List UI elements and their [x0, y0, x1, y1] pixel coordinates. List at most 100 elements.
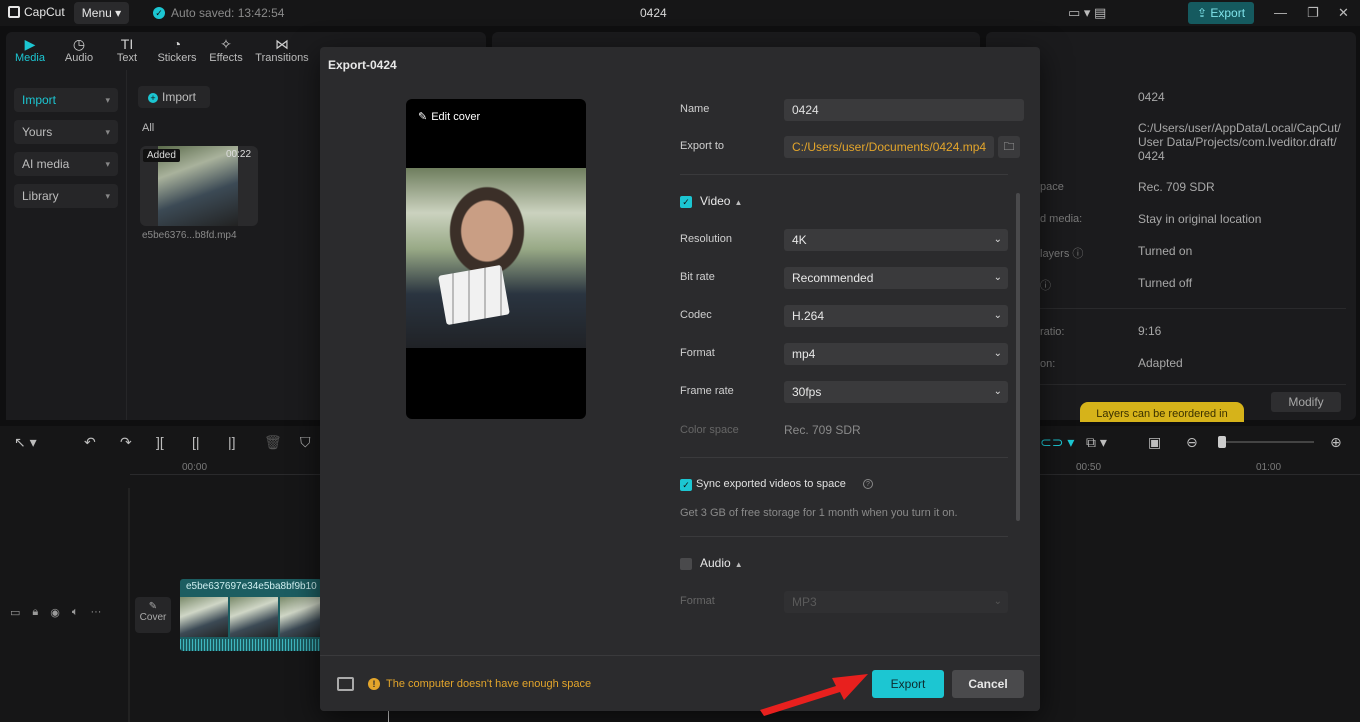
cover-image [406, 168, 586, 348]
dialog-title: Export-0424 [328, 58, 397, 72]
added-badge: Added [143, 149, 180, 162]
track-icon[interactable]: ▭ [10, 606, 20, 619]
cover-button[interactable]: ✎ Cover [135, 597, 171, 633]
name-input[interactable]: 0424 [784, 99, 1024, 121]
edit-cover-button[interactable]: ✎ Edit cover [418, 110, 480, 124]
caret-up-icon: ▲ [734, 198, 743, 207]
sidebar-item-import[interactable]: Import ▾ [14, 88, 118, 112]
help-icon: ⓘ [1072, 248, 1084, 260]
tab-transitions[interactable]: ⋈ Transitions [254, 36, 310, 64]
select-tool-icon[interactable]: ↖ ▾ [14, 434, 37, 451]
detail-label: on: [1040, 358, 1056, 370]
app-logo: CapCut [8, 5, 65, 19]
close-icon[interactable]: ✕ [1338, 5, 1349, 21]
zoom-slider[interactable] [1218, 441, 1314, 443]
cancel-button[interactable]: Cancel [952, 670, 1024, 698]
folder-icon[interactable]: 🗀 [998, 136, 1020, 158]
preview-icon[interactable]: ▣ [1148, 434, 1161, 451]
zoom-slider-handle[interactable] [1218, 436, 1226, 448]
codec-label: Codec [680, 309, 712, 321]
audio-checkbox[interactable] [680, 558, 692, 570]
tab-text[interactable]: TI Text [103, 36, 151, 64]
dialog-header: Export-0424 [320, 47, 1040, 83]
detail-path-line-2: User Data/Projects/com.lveditor.draft/ [1138, 135, 1337, 149]
menu-button[interactable]: Menu ▾ [74, 2, 129, 24]
tick-label: 00:50 [1076, 462, 1102, 473]
codec-select[interactable]: H.264 ⌄ [784, 305, 1008, 327]
volume-icon[interactable]: 🔈︎ [72, 606, 79, 619]
detail-name-value: 0424 [1138, 90, 1165, 104]
delete-icon[interactable]: 🗑 [264, 434, 282, 451]
pencil-icon: ✎ [418, 111, 428, 123]
chevron-down-icon: ⌄ [993, 596, 1002, 607]
video-checkbox[interactable]: ✓ [680, 196, 692, 208]
plus-icon: + [148, 93, 158, 103]
tab-stickers[interactable]: ◔ Stickers [153, 36, 201, 64]
sidebar-item-yours[interactable]: Yours ▾ [14, 120, 118, 144]
trim-left-icon[interactable]: [| [192, 434, 200, 450]
track-header-divider [128, 488, 130, 722]
minimize-icon[interactable]: — [1274, 5, 1287, 20]
media-filename: e5be6376...b8fd.mp4 [142, 230, 237, 241]
trim-right-icon[interactable]: |] [228, 434, 236, 450]
chevron-down-icon: ⌄ [993, 234, 1002, 245]
film-icon[interactable] [337, 677, 354, 691]
cover-preview[interactable]: ✎ Edit cover [406, 99, 586, 419]
tick-label: 00:00 [182, 462, 208, 473]
top-export-button[interactable]: ⇪ Export [1188, 2, 1254, 24]
storage-warning: The computer doesn't have enough space [386, 678, 592, 690]
bitrate-label: Bit rate [680, 271, 715, 283]
marker-icon[interactable]: ⛉ [300, 434, 311, 451]
lock-icon[interactable]: 🔒︎ [32, 606, 38, 619]
redo-icon[interactable]: ↷ [120, 434, 132, 451]
clip-name: e5be637697e34e5ba8bf9b10 [186, 581, 317, 592]
media-icon: ▶ [24, 36, 36, 52]
autosave-status: ✓ Auto saved: 13:42:54 [153, 6, 284, 20]
undo-icon[interactable]: ↶ [84, 434, 96, 451]
help-icon[interactable]: ? [863, 479, 873, 489]
video-clip[interactable]: e5be637697e34e5ba8bf9b10 [180, 579, 322, 651]
tab-audio[interactable]: ◷ Audio [55, 36, 103, 64]
color-space-label: Color space [680, 424, 739, 436]
magnet-icon[interactable]: ⊂⊃ ▾ [1040, 434, 1074, 451]
import-button[interactable]: + Import [138, 86, 210, 108]
detail-layers-value: Turned off [1138, 276, 1193, 290]
format-select[interactable]: mp4 ⌄ [784, 343, 1008, 365]
chevron-down-icon: ▾ [105, 127, 110, 137]
dialog-footer: ! The computer doesn't have enough space… [320, 655, 1040, 711]
eye-icon[interactable]: ◉ [50, 606, 60, 619]
modify-button[interactable]: Modify [1271, 392, 1341, 412]
export-button[interactable]: Export [872, 670, 944, 698]
effects-icon: ✧ [220, 36, 232, 52]
filter-all-label: All [142, 122, 155, 134]
link-icon[interactable]: ⧉ ▾ [1086, 434, 1107, 451]
bitrate-select[interactable]: Recommended ⌄ [784, 267, 1008, 289]
maximize-icon[interactable]: ❐ [1307, 5, 1319, 21]
tab-media[interactable]: ▶ Media [6, 36, 54, 64]
audio-section-toggle[interactable]: Audio ▲ [700, 556, 743, 570]
detail-label: ratio: [1040, 326, 1065, 338]
stickers-icon: ◔ [172, 36, 182, 52]
divider [680, 536, 1008, 537]
split-icon[interactable]: ][ [156, 434, 164, 450]
track-controls: ▭ 🔒︎ ◉ 🔈︎ ··· [10, 606, 101, 619]
resolution-select[interactable]: 4K ⌄ [784, 229, 1008, 251]
chevron-down-icon: ▾ [105, 191, 110, 201]
resolution-label: Resolution [680, 233, 732, 245]
framerate-select[interactable]: 30fps ⌄ [784, 381, 1008, 403]
settings-scrollbar[interactable] [1016, 193, 1020, 521]
sidebar-item-library[interactable]: Library ▾ [14, 184, 118, 208]
zoom-out-icon[interactable]: ⊖ [1186, 434, 1198, 451]
audio-format-select[interactable]: MP3 ⌄ [784, 591, 1008, 613]
export-path-input[interactable]: C:/Users/user/Documents/0424.mp4 [784, 136, 994, 158]
sidebar-item-ai-media[interactable]: AI media ▾ [14, 152, 118, 176]
tab-effects[interactable]: ✧ Effects [202, 36, 250, 64]
sync-checkbox[interactable]: ✓ [680, 479, 692, 491]
more-icon[interactable]: ··· [90, 606, 101, 619]
detail-imported-media-value: Stay in original location [1138, 212, 1262, 226]
project-title: 0424 [640, 6, 667, 20]
layout-icon[interactable]: ▭ ▾ ▤ [1068, 5, 1106, 21]
export-dialog: Export-0424 ✎ Edit cover Name 0424 Export… [320, 47, 1040, 711]
zoom-in-icon[interactable]: ⊕ [1330, 434, 1342, 451]
video-section-toggle[interactable]: Video ▲ [700, 194, 742, 208]
